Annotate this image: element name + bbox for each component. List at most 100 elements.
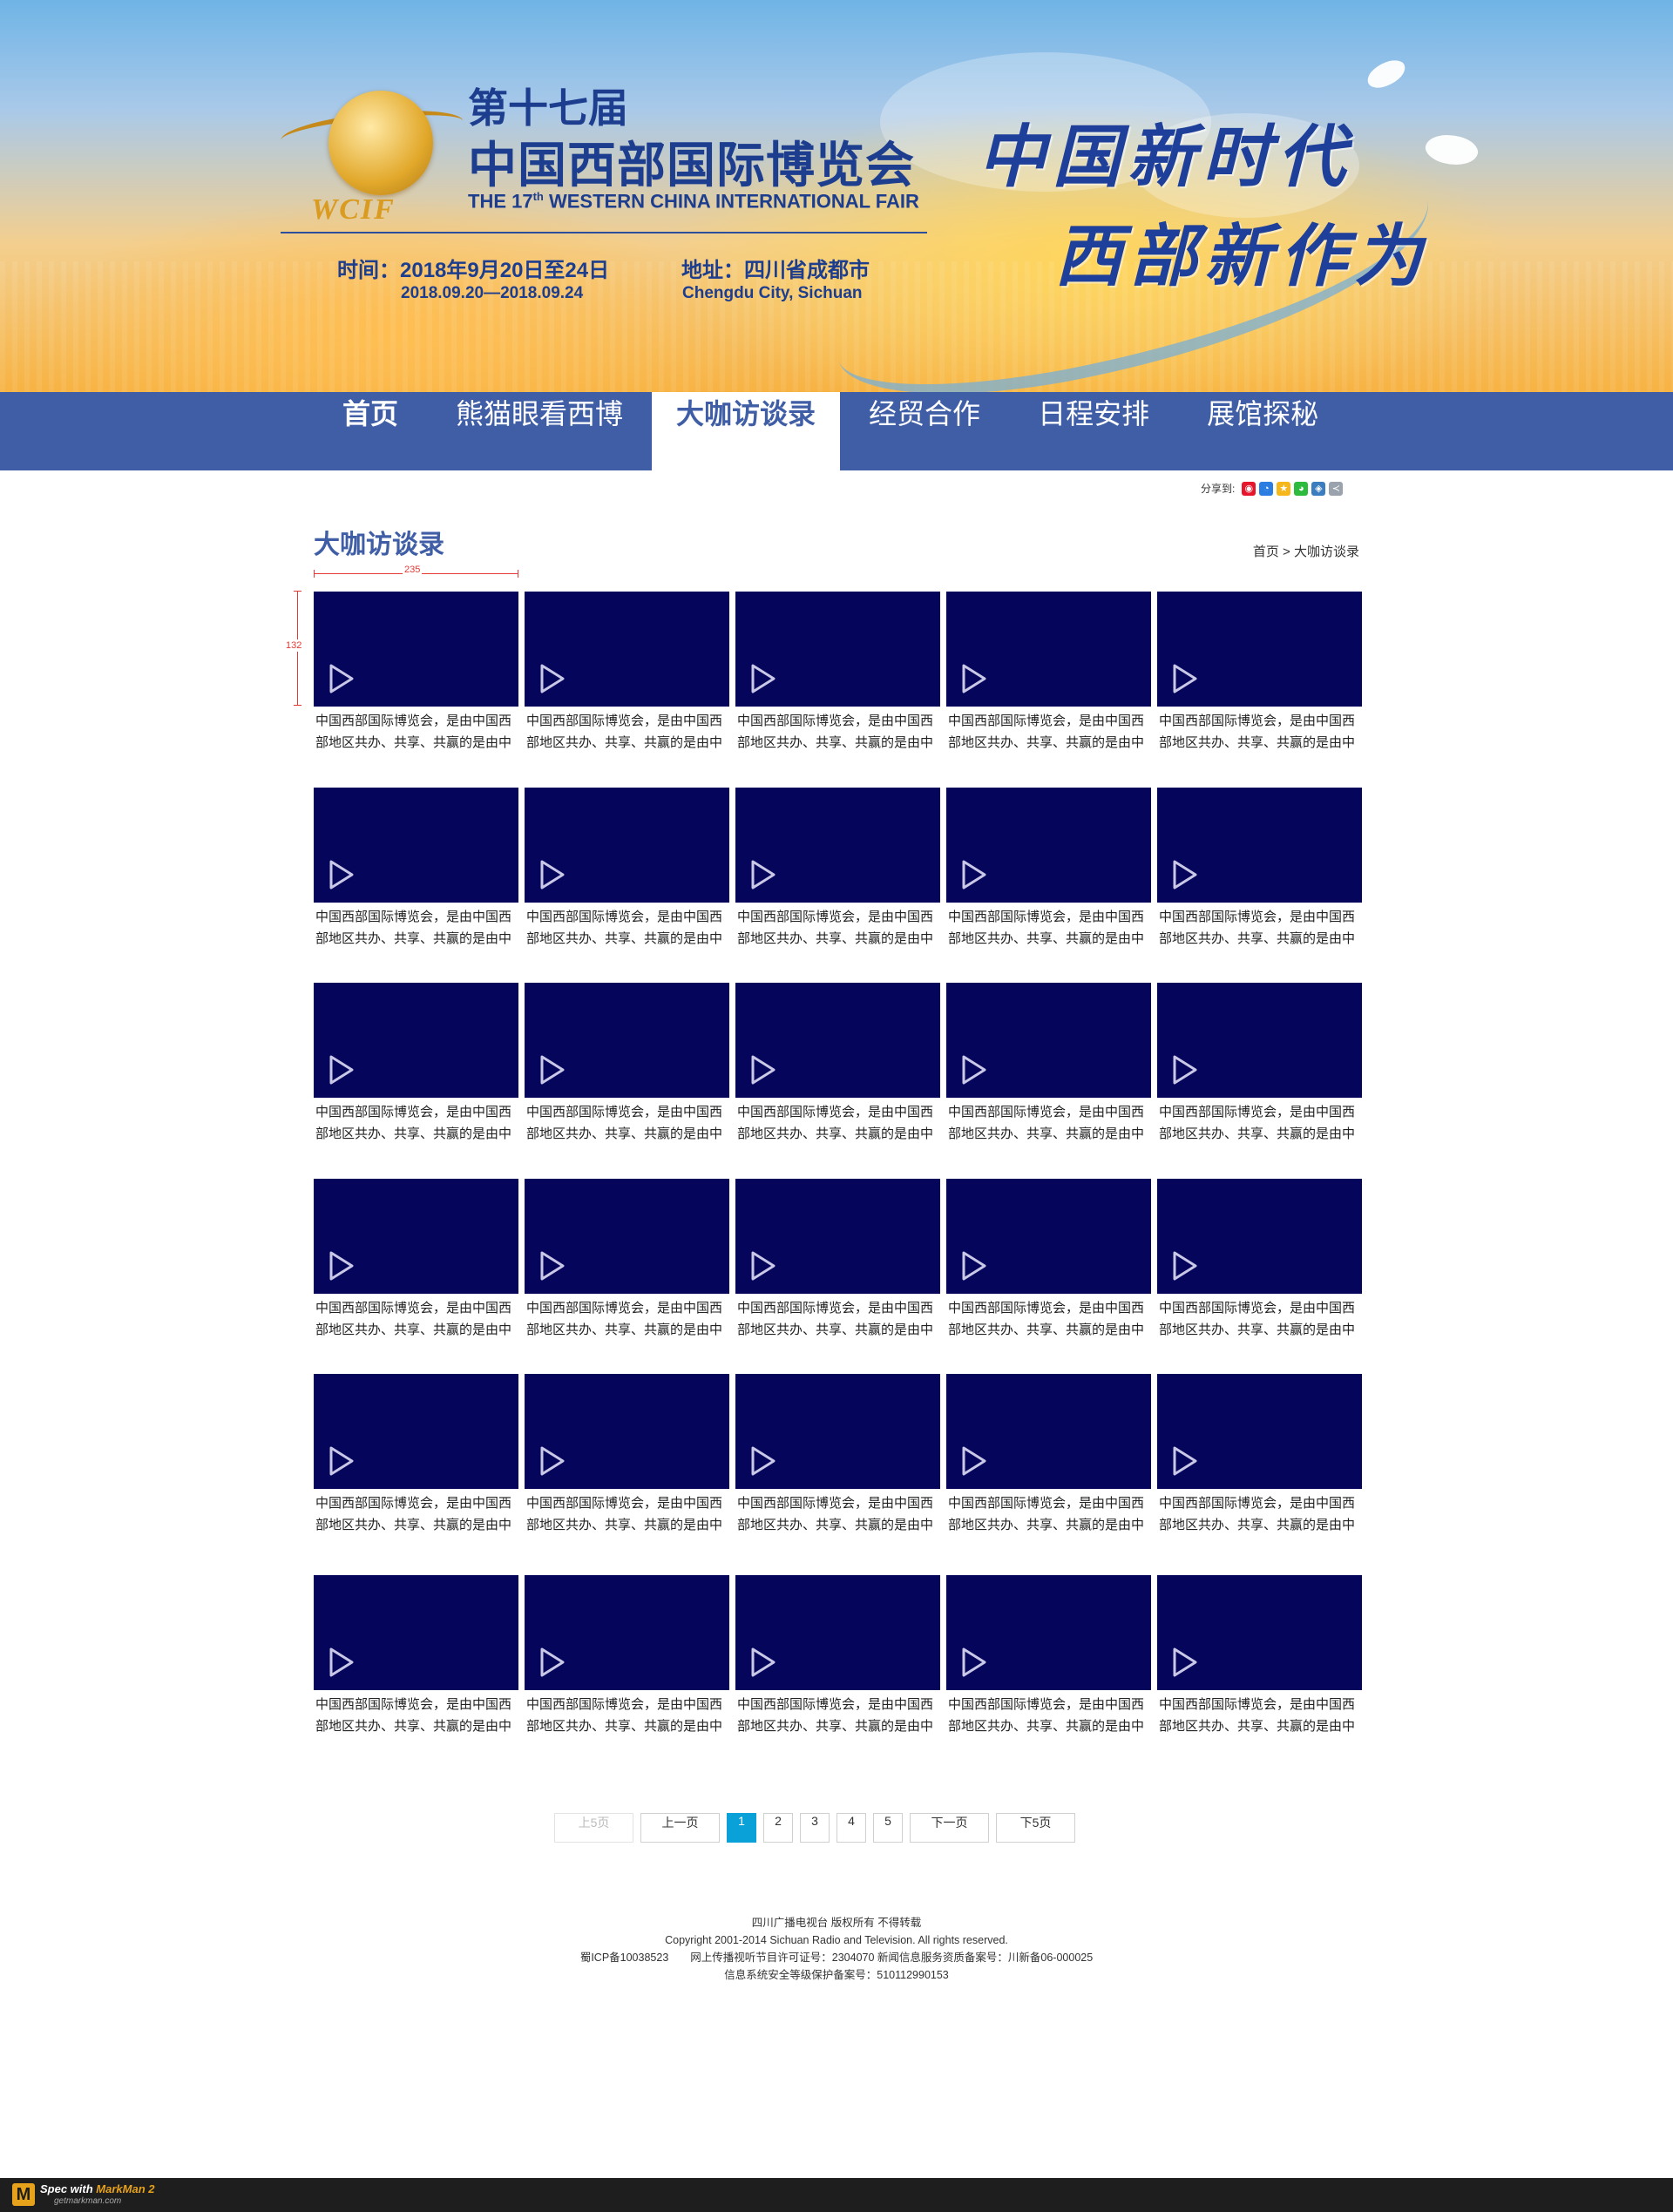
play-icon[interactable] bbox=[749, 1250, 777, 1282]
video-caption[interactable]: 中国西部国际博览会，是由中国西 部地区共办、共享、共赢的是由中 bbox=[735, 710, 940, 754]
page-number-button[interactable]: 5 bbox=[873, 1813, 903, 1843]
video-caption[interactable]: 中国西部国际博览会，是由中国西 部地区共办、共享、共赢的是由中 bbox=[1157, 710, 1362, 754]
video-caption[interactable]: 中国西部国际博览会，是由中国西 部地区共办、共享、共赢的是由中 bbox=[525, 710, 729, 754]
video-caption[interactable]: 中国西部国际博览会，是由中国西 部地区共办、共享、共赢的是由中 bbox=[946, 710, 1151, 754]
next-page-button[interactable]: 下一页 bbox=[910, 1813, 989, 1843]
video-caption[interactable]: 中国西部国际博览会，是由中国西 部地区共办、共享、共赢的是由中 bbox=[946, 1101, 1151, 1145]
video-thumbnail[interactable] bbox=[314, 592, 518, 707]
video-thumbnail[interactable] bbox=[525, 1374, 729, 1489]
video-card[interactable]: 中国西部国际博览会，是由中国西 部地区共办、共享、共赢的是由中 bbox=[314, 1179, 518, 1341]
video-card[interactable]: 中国西部国际博览会，是由中国西 部地区共办、共享、共赢的是由中 bbox=[314, 983, 518, 1145]
nav-item-2[interactable]: 大咖访谈录 bbox=[652, 392, 841, 470]
video-card[interactable]: 中国西部国际博览会，是由中国西 部地区共办、共享、共赢的是由中 bbox=[946, 788, 1151, 950]
page-number-button[interactable]: 3 bbox=[800, 1813, 830, 1843]
video-caption[interactable]: 中国西部国际博览会，是由中国西 部地区共办、共享、共赢的是由中 bbox=[314, 906, 518, 950]
video-thumbnail[interactable] bbox=[314, 1179, 518, 1294]
play-icon[interactable] bbox=[538, 1054, 566, 1086]
video-caption[interactable]: 中国西部国际博览会，是由中国西 部地区共办、共享、共赢的是由中 bbox=[314, 1492, 518, 1536]
play-icon[interactable] bbox=[749, 1445, 777, 1477]
video-caption[interactable]: 中国西部国际博览会，是由中国西 部地区共办、共享、共赢的是由中 bbox=[735, 906, 940, 950]
video-card[interactable]: 中国西部国际博览会，是由中国西 部地区共办、共享、共赢的是由中 bbox=[1157, 788, 1362, 950]
play-icon[interactable] bbox=[960, 1250, 988, 1282]
video-thumbnail[interactable] bbox=[525, 788, 729, 903]
play-icon[interactable] bbox=[538, 663, 566, 694]
video-card[interactable]: 中国西部国际博览会，是由中国西 部地区共办、共享、共赢的是由中 bbox=[525, 788, 729, 950]
video-card[interactable]: 中国西部国际博览会，是由中国西 部地区共办、共享、共赢的是由中 bbox=[946, 1575, 1151, 1737]
video-caption[interactable]: 中国西部国际博览会，是由中国西 部地区共办、共享、共赢的是由中 bbox=[525, 1492, 729, 1536]
video-thumbnail[interactable] bbox=[735, 1575, 940, 1690]
play-icon[interactable] bbox=[749, 859, 777, 890]
qq-icon[interactable]: ◔ bbox=[1259, 481, 1274, 496]
video-thumbnail[interactable] bbox=[1157, 1374, 1362, 1489]
video-thumbnail[interactable] bbox=[946, 592, 1151, 707]
last-5-pages-button[interactable]: 下5页 bbox=[996, 1813, 1075, 1843]
video-caption[interactable]: 中国西部国际博览会，是由中国西 部地区共办、共享、共赢的是由中 bbox=[1157, 906, 1362, 950]
video-caption[interactable]: 中国西部国际博览会，是由中国西 部地区共办、共享、共赢的是由中 bbox=[314, 1694, 518, 1737]
play-icon[interactable] bbox=[1171, 1445, 1199, 1477]
video-thumbnail[interactable] bbox=[1157, 788, 1362, 903]
video-thumbnail[interactable] bbox=[525, 983, 729, 1098]
video-caption[interactable]: 中国西部国际博览会，是由中国西 部地区共办、共享、共赢的是由中 bbox=[946, 906, 1151, 950]
video-card[interactable]: 中国西部国际博览会，是由中国西 部地区共办、共享、共赢的是由中 bbox=[525, 592, 729, 754]
video-thumbnail[interactable] bbox=[735, 788, 940, 903]
play-icon[interactable] bbox=[328, 859, 356, 890]
play-icon[interactable] bbox=[538, 1445, 566, 1477]
video-card[interactable]: 中国西部国际博览会，是由中国西 部地区共办、共享、共赢的是由中 bbox=[946, 1374, 1151, 1536]
play-icon[interactable] bbox=[749, 1647, 777, 1678]
video-caption[interactable]: 中国西部国际博览会，是由中国西 部地区共办、共享、共赢的是由中 bbox=[525, 1297, 729, 1341]
play-icon[interactable] bbox=[538, 859, 566, 890]
qzone-icon[interactable]: ★ bbox=[1277, 481, 1291, 496]
play-icon[interactable] bbox=[328, 663, 356, 694]
video-card[interactable]: 中国西部国际博览会，是由中国西 部地区共办、共享、共赢的是由中 bbox=[946, 592, 1151, 754]
play-icon[interactable] bbox=[960, 1054, 988, 1086]
video-card[interactable]: 中国西部国际博览会，是由中国西 部地区共办、共享、共赢的是由中 bbox=[525, 1575, 729, 1737]
video-caption[interactable]: 中国西部国际博览会，是由中国西 部地区共办、共享、共赢的是由中 bbox=[735, 1101, 940, 1145]
video-thumbnail[interactable] bbox=[314, 1374, 518, 1489]
video-card[interactable]: 中国西部国际博览会，是由中国西 部地区共办、共享、共赢的是由中 bbox=[735, 983, 940, 1145]
video-caption[interactable]: 中国西部国际博览会，是由中国西 部地区共办、共享、共赢的是由中 bbox=[1157, 1492, 1362, 1536]
video-card[interactable]: 中国西部国际博览会，是由中国西 部地区共办、共享、共赢的是由中 bbox=[525, 1179, 729, 1341]
video-thumbnail[interactable] bbox=[946, 1374, 1151, 1489]
video-card[interactable]: 中国西部国际博览会，是由中国西 部地区共办、共享、共赢的是由中 bbox=[314, 788, 518, 950]
first-5-pages-button[interactable]: 上5页 bbox=[554, 1813, 633, 1843]
video-card[interactable]: 中国西部国际博览会，是由中国西 部地区共办、共享、共赢的是由中 bbox=[946, 1179, 1151, 1341]
video-card[interactable]: 中国西部国际博览会，是由中国西 部地区共办、共享、共赢的是由中 bbox=[525, 1374, 729, 1536]
nav-item-3[interactable]: 经贸合作 bbox=[840, 392, 1009, 470]
video-card[interactable]: 中国西部国际博览会，是由中国西 部地区共办、共享、共赢的是由中 bbox=[946, 983, 1151, 1145]
video-caption[interactable]: 中国西部国际博览会，是由中国西 部地区共办、共享、共赢的是由中 bbox=[735, 1297, 940, 1341]
breadcrumb[interactable]: 首页 > 大咖访谈录 bbox=[1253, 542, 1359, 560]
wechat-icon[interactable]: ◕ bbox=[1294, 481, 1309, 496]
play-icon[interactable] bbox=[328, 1647, 356, 1678]
play-icon[interactable] bbox=[749, 663, 777, 694]
video-caption[interactable]: 中国西部国际博览会，是由中国西 部地区共办、共享、共赢的是由中 bbox=[314, 710, 518, 754]
video-thumbnail[interactable] bbox=[525, 1179, 729, 1294]
video-caption[interactable]: 中国西部国际博览会，是由中国西 部地区共办、共享、共赢的是由中 bbox=[525, 1101, 729, 1145]
play-icon[interactable] bbox=[1171, 1647, 1199, 1678]
page-number-button[interactable]: 1 bbox=[727, 1813, 756, 1843]
play-icon[interactable] bbox=[749, 1054, 777, 1086]
video-card[interactable]: 中国西部国际博览会，是由中国西 部地区共办、共享、共赢的是由中 bbox=[735, 592, 940, 754]
video-card[interactable]: 中国西部国际博览会，是由中国西 部地区共办、共享、共赢的是由中 bbox=[1157, 1374, 1362, 1536]
play-icon[interactable] bbox=[960, 663, 988, 694]
video-card[interactable]: 中国西部国际博览会，是由中国西 部地区共办、共享、共赢的是由中 bbox=[735, 788, 940, 950]
video-thumbnail[interactable] bbox=[735, 592, 940, 707]
video-thumbnail[interactable] bbox=[735, 983, 940, 1098]
video-thumbnail[interactable] bbox=[1157, 592, 1362, 707]
video-caption[interactable]: 中国西部国际博览会，是由中国西 部地区共办、共享、共赢的是由中 bbox=[735, 1492, 940, 1536]
video-thumbnail[interactable] bbox=[946, 788, 1151, 903]
video-thumbnail[interactable] bbox=[1157, 983, 1362, 1098]
nav-item-1[interactable]: 熊猫眼看西博 bbox=[427, 392, 652, 470]
page-number-button[interactable]: 4 bbox=[836, 1813, 866, 1843]
video-thumbnail[interactable] bbox=[735, 1374, 940, 1489]
nav-item-0[interactable]: 首页 bbox=[314, 392, 427, 470]
play-icon[interactable] bbox=[328, 1250, 356, 1282]
video-thumbnail[interactable] bbox=[1157, 1179, 1362, 1294]
video-card[interactable]: 中国西部国际博览会，是由中国西 部地区共办、共享、共赢的是由中 bbox=[314, 592, 518, 754]
video-caption[interactable]: 中国西部国际博览会，是由中国西 部地区共办、共享、共赢的是由中 bbox=[1157, 1297, 1362, 1341]
video-card[interactable]: 中国西部国际博览会，是由中国西 部地区共办、共享、共赢的是由中 bbox=[735, 1374, 940, 1536]
play-icon[interactable] bbox=[538, 1647, 566, 1678]
video-card[interactable]: 中国西部国际博览会，是由中国西 部地区共办、共享、共赢的是由中 bbox=[314, 1374, 518, 1536]
play-icon[interactable] bbox=[328, 1054, 356, 1086]
video-card[interactable]: 中国西部国际博览会，是由中国西 部地区共办、共享、共赢的是由中 bbox=[1157, 592, 1362, 754]
video-card[interactable]: 中国西部国际博览会，是由中国西 部地区共办、共享、共赢的是由中 bbox=[735, 1179, 940, 1341]
